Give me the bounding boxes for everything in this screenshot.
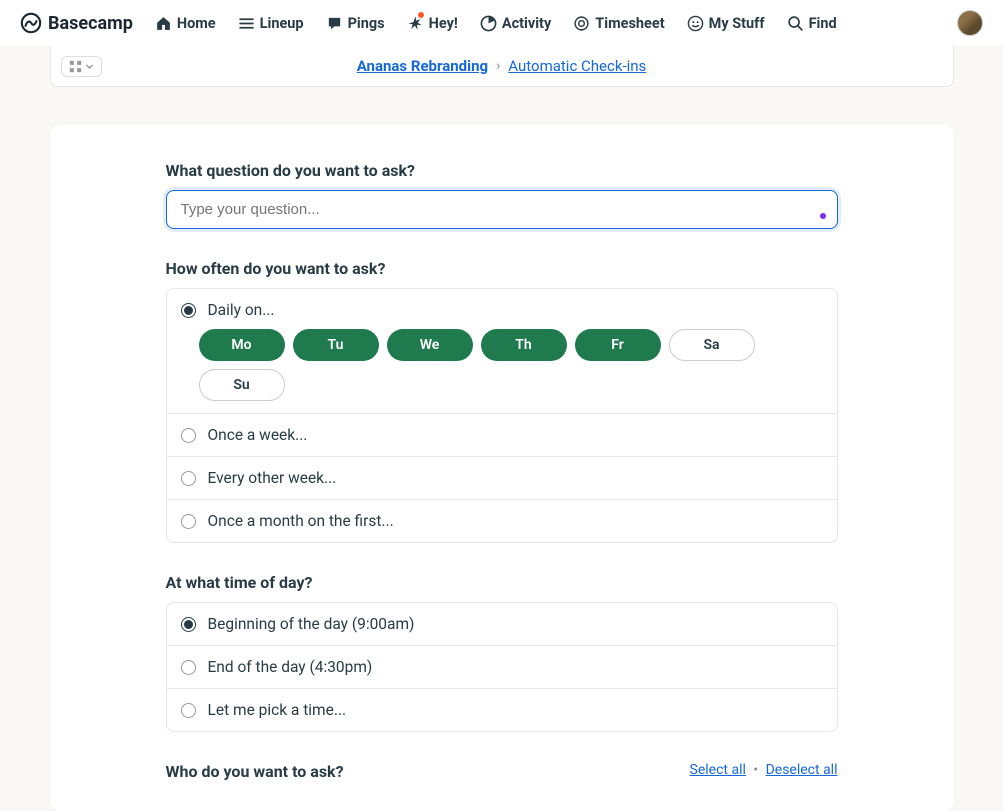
beginning-text: Beginning of the day (9:00am)	[208, 615, 415, 633]
nav-activity-label: Activity	[502, 15, 551, 32]
link-separator: •	[753, 762, 758, 778]
time-beginning[interactable]: Beginning of the day (9:00am)	[167, 603, 837, 645]
timesheet-icon	[573, 15, 590, 32]
frequency-weekly[interactable]: Once a week...	[167, 413, 837, 456]
view-switcher[interactable]	[61, 56, 102, 77]
frequency-options: Daily on... Mo Tu We Th Fr Sa Su Once a …	[166, 288, 838, 543]
nav-hey[interactable]: Hey!	[407, 15, 458, 32]
nav-activity[interactable]: Activity	[480, 15, 551, 32]
radio-weekly[interactable]	[181, 428, 196, 443]
question-input[interactable]	[166, 190, 838, 229]
nav-find[interactable]: Find	[787, 15, 837, 32]
nav-timesheet[interactable]: Timesheet	[573, 15, 664, 32]
radio-daily[interactable]	[181, 303, 196, 318]
daily-text: Daily on...	[208, 301, 275, 319]
frequency-biweekly[interactable]: Every other week...	[167, 456, 837, 499]
frequency-daily[interactable]: Daily on... Mo Tu We Th Fr Sa Su	[167, 289, 837, 413]
frequency-label: How often do you want to ask?	[166, 259, 838, 278]
breadcrumb-section[interactable]: Automatic Check-ins	[508, 57, 646, 75]
end-text: End of the day (4:30pm)	[208, 658, 373, 676]
nav-mystuff[interactable]: My Stuff	[687, 15, 765, 32]
breadcrumb-project[interactable]: Ananas Rebranding	[357, 57, 488, 75]
day-sa[interactable]: Sa	[669, 329, 755, 361]
radio-end[interactable]	[181, 660, 196, 675]
form-card: What question do you want to ask? How of…	[50, 125, 954, 811]
day-pills: Mo Tu We Th Fr Sa Su	[181, 329, 823, 401]
monthly-text: Once a month on the first...	[208, 512, 394, 530]
mystuff-icon	[687, 15, 704, 32]
nav-lineup-label: Lineup	[260, 15, 304, 32]
time-pick[interactable]: Let me pick a time...	[167, 688, 837, 731]
radio-biweekly[interactable]	[181, 471, 196, 486]
search-icon	[787, 15, 804, 32]
nav-home[interactable]: Home	[155, 15, 216, 32]
frequency-monthly[interactable]: Once a month on the first...	[167, 499, 837, 542]
biweekly-text: Every other week...	[208, 469, 337, 487]
select-links: Select all • Deselect all	[690, 762, 838, 778]
nav-lineup[interactable]: Lineup	[238, 15, 304, 32]
select-all-link[interactable]: Select all	[690, 762, 746, 778]
day-su[interactable]: Su	[199, 369, 285, 401]
grammarly-indicator-icon	[820, 213, 826, 219]
basecamp-logo[interactable]: Basecamp	[20, 12, 133, 34]
activity-icon	[480, 15, 497, 32]
notification-dot	[417, 11, 425, 19]
top-navigation: Basecamp Home Lineup Pings Hey! Activity…	[0, 0, 1003, 46]
nav-hey-label: Hey!	[429, 15, 458, 32]
pings-icon	[326, 15, 343, 32]
nav-find-label: Find	[809, 15, 837, 32]
time-options: Beginning of the day (9:00am) End of the…	[166, 602, 838, 732]
radio-pick[interactable]	[181, 703, 196, 718]
time-label: At what time of day?	[166, 573, 838, 592]
logo-text: Basecamp	[48, 13, 133, 34]
deselect-all-link[interactable]: Deselect all	[766, 762, 838, 778]
nav-pings[interactable]: Pings	[326, 15, 385, 32]
day-tu[interactable]: Tu	[293, 329, 379, 361]
nav-home-label: Home	[177, 15, 216, 32]
lineup-icon	[238, 15, 255, 32]
day-th[interactable]: Th	[481, 329, 567, 361]
grid-icon	[69, 60, 82, 73]
breadcrumb-bar: Ananas Rebranding › Automatic Check-ins	[50, 46, 954, 87]
nav-pings-label: Pings	[348, 15, 385, 32]
home-icon	[155, 15, 172, 32]
radio-beginning[interactable]	[181, 617, 196, 632]
breadcrumb-separator: ›	[496, 58, 500, 74]
logo-mark-icon	[20, 12, 42, 34]
day-fr[interactable]: Fr	[575, 329, 661, 361]
day-mo[interactable]: Mo	[199, 329, 285, 361]
time-end[interactable]: End of the day (4:30pm)	[167, 645, 837, 688]
radio-monthly[interactable]	[181, 514, 196, 529]
nav-mystuff-label: My Stuff	[709, 15, 765, 32]
day-we[interactable]: We	[387, 329, 473, 361]
nav-items: Home Lineup Pings Hey! Activity Timeshee…	[155, 15, 837, 32]
nav-timesheet-label: Timesheet	[595, 15, 664, 32]
weekly-text: Once a week...	[208, 426, 308, 444]
chevron-down-icon	[85, 62, 94, 71]
pick-text: Let me pick a time...	[208, 701, 347, 719]
user-avatar[interactable]	[957, 10, 983, 36]
question-label: What question do you want to ask?	[166, 161, 838, 180]
